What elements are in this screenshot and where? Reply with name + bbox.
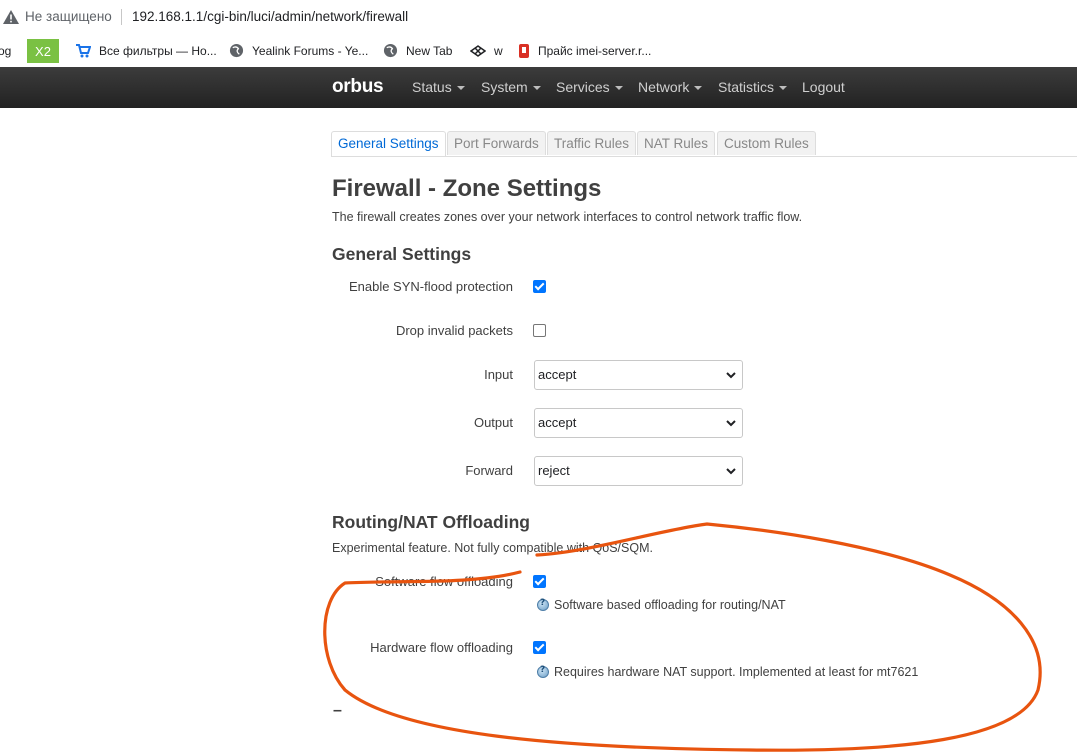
not-secure-label[interactable]: Не защищено bbox=[25, 9, 112, 24]
caret-down-icon bbox=[694, 86, 703, 91]
menu-label: Statistics bbox=[718, 79, 775, 95]
input-select[interactable]: accept bbox=[534, 360, 743, 390]
tab-general-settings[interactable]: General Settings bbox=[331, 131, 446, 156]
url-text[interactable]: 192.168.1.1/cgi-bin/luci/admin/network/f… bbox=[132, 9, 408, 24]
bookmark-label: Yealink Forums - Ye... bbox=[252, 43, 369, 58]
bookmark-x2[interactable]: X2 bbox=[27, 34, 67, 67]
bookmark-label: Все фильтры — Но... bbox=[99, 43, 217, 58]
globe-icon bbox=[383, 43, 398, 58]
output-label: Output bbox=[473, 415, 513, 430]
menu-label: Status bbox=[412, 79, 452, 95]
syn-flood-label: Enable SYN-flood protection bbox=[348, 279, 513, 294]
forward-select[interactable]: reject bbox=[534, 456, 743, 486]
syn-flood-checkbox[interactable] bbox=[533, 280, 546, 293]
bookmark-new-tab[interactable]: New Tab bbox=[383, 34, 452, 67]
tab-nat-rules[interactable]: NAT Rules bbox=[637, 131, 716, 155]
bookmark-yealink[interactable]: Yealink Forums - Ye... bbox=[229, 34, 368, 67]
luci-navbar: orbus Status System Services Network Sta… bbox=[0, 67, 1077, 108]
x2-logo-icon: X2 bbox=[27, 38, 59, 63]
globe-icon bbox=[229, 43, 244, 58]
hardware-offloading-hint: Requires hardware NAT support. Implement… bbox=[537, 665, 918, 679]
warning-icon bbox=[3, 10, 19, 24]
bookmarks-bar: og X2 Все фильтры — Но... Yealink Forums… bbox=[0, 34, 1077, 67]
section-dash: – bbox=[333, 702, 342, 719]
menu-system[interactable]: System bbox=[481, 79, 541, 95]
tab-traffic-rules[interactable]: Traffic Rules bbox=[547, 131, 637, 155]
input-select-value: accept bbox=[538, 367, 577, 382]
bookmark-imei-server[interactable]: Прайс imei-server.r... bbox=[518, 34, 651, 67]
hardware-offloading-checkbox[interactable] bbox=[533, 641, 546, 654]
software-offloading-hint-text: Software based offloading for routing/NA… bbox=[554, 598, 786, 612]
drop-invalid-checkbox[interactable] bbox=[533, 324, 546, 337]
menu-status[interactable]: Status bbox=[412, 79, 465, 95]
bookmark-w[interactable]: w bbox=[470, 34, 503, 67]
chevron-down-icon bbox=[726, 420, 736, 427]
bookmark-label: w bbox=[494, 43, 503, 58]
address-bar[interactable]: Не защищено 192.168.1.1/cgi-bin/luci/adm… bbox=[0, 0, 1077, 35]
menu-network[interactable]: Network bbox=[638, 79, 703, 95]
menu-services[interactable]: Services bbox=[556, 79, 623, 95]
bookmark-label: New Tab bbox=[406, 43, 453, 58]
software-offloading-checkbox[interactable] bbox=[533, 575, 546, 588]
bookmark-og[interactable]: og bbox=[0, 34, 11, 67]
bookmark-filters[interactable]: Все фильтры — Но... bbox=[75, 34, 217, 67]
brand-logo[interactable]: orbus bbox=[332, 76, 384, 98]
offloading-heading: Routing/NAT Offloading bbox=[332, 512, 530, 532]
forward-select-value: reject bbox=[538, 463, 570, 478]
chevron-down-icon bbox=[726, 468, 736, 475]
firewall-tabs: General Settings Port Forwards Traffic R… bbox=[331, 131, 1077, 157]
shopping-cart-icon bbox=[76, 43, 91, 57]
output-select[interactable]: accept bbox=[534, 408, 743, 438]
menu-label: Network bbox=[638, 79, 690, 95]
software-offloading-hint: Software based offloading for routing/NA… bbox=[537, 598, 786, 612]
caret-down-icon bbox=[532, 86, 541, 91]
bookmark-label: Прайс imei-server.r... bbox=[538, 43, 652, 58]
help-icon bbox=[537, 598, 549, 611]
network-icon bbox=[470, 44, 486, 57]
red-tag-icon bbox=[519, 43, 529, 58]
offloading-description: Experimental feature. Not fully compatib… bbox=[332, 541, 653, 555]
output-select-value: accept bbox=[538, 415, 577, 430]
tab-custom-rules[interactable]: Custom Rules bbox=[717, 131, 816, 155]
bookmark-label: og bbox=[0, 43, 12, 58]
software-offloading-label: Software flow offloading bbox=[375, 574, 513, 589]
menu-statistics[interactable]: Statistics bbox=[718, 79, 788, 95]
hardware-offloading-hint-text: Requires hardware NAT support. Implement… bbox=[554, 665, 919, 679]
menu-logout[interactable]: Logout bbox=[802, 79, 845, 95]
help-icon bbox=[537, 665, 549, 678]
caret-down-icon bbox=[456, 86, 465, 91]
caret-down-icon bbox=[779, 86, 788, 91]
drop-invalid-label: Drop invalid packets bbox=[395, 323, 513, 338]
svg-text:X2: X2 bbox=[35, 44, 51, 59]
page-title: Firewall - Zone Settings bbox=[332, 175, 602, 202]
caret-down-icon bbox=[614, 86, 623, 91]
input-label: Input bbox=[484, 367, 513, 382]
hardware-offloading-label: Hardware flow offloading bbox=[370, 640, 513, 655]
tab-port-forwards[interactable]: Port Forwards bbox=[447, 131, 546, 155]
menu-label: System bbox=[481, 79, 528, 95]
general-settings-heading: General Settings bbox=[332, 244, 472, 264]
forward-label: Forward bbox=[465, 463, 513, 478]
address-separator bbox=[121, 9, 122, 25]
page-description: The firewall creates zones over your net… bbox=[332, 210, 803, 224]
chevron-down-icon bbox=[726, 372, 736, 379]
menu-label: Services bbox=[556, 79, 610, 95]
